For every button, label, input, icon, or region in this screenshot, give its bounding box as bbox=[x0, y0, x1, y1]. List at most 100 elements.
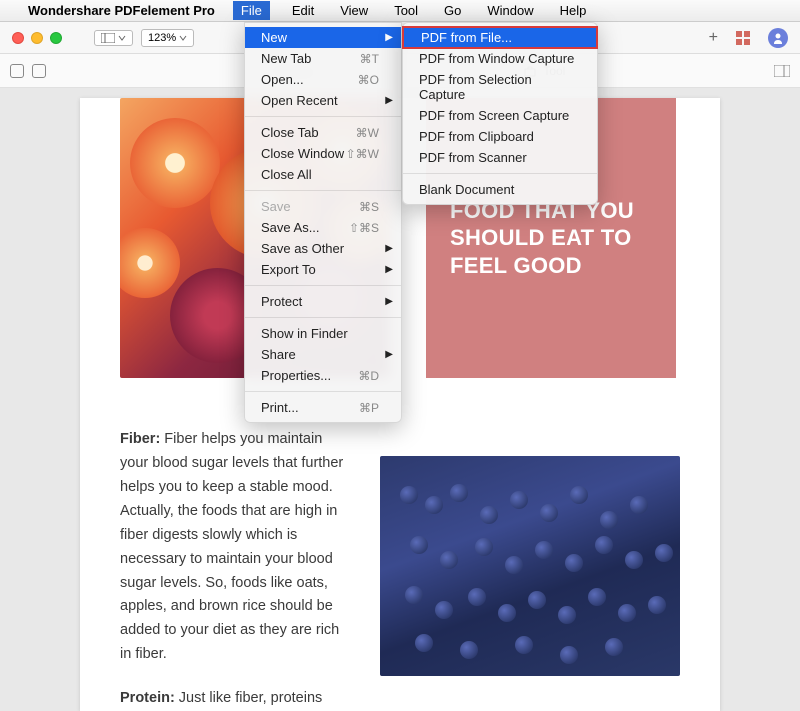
view-mode-group[interactable] bbox=[10, 64, 46, 78]
menu-shortcut: ⌘S bbox=[359, 200, 379, 214]
avatar[interactable] bbox=[768, 28, 788, 48]
menu-item-print[interactable]: Print... ⌘P bbox=[245, 397, 401, 418]
file-menu-dropdown: New ▶ New Tab ⌘T Open... ⌘O Open Recent ▶ Close … bbox=[244, 22, 402, 423]
body-text-block: Fiber: Fiber helps you maintain your blo… bbox=[120, 428, 344, 711]
zoom-value: 123% bbox=[148, 32, 176, 44]
menu-item-show-in-finder[interactable]: Show in Finder bbox=[245, 323, 401, 344]
user-icon bbox=[772, 32, 784, 44]
menu-separator bbox=[245, 116, 401, 117]
menu-shortcut: ⌘T bbox=[360, 52, 379, 66]
app-name[interactable]: Wondershare PDFelement Pro bbox=[28, 3, 215, 18]
add-tab-button[interactable]: + bbox=[709, 29, 718, 47]
close-window-icon[interactable] bbox=[12, 32, 24, 44]
menu-item-label: Close Window bbox=[261, 146, 344, 161]
menu-shortcut: ⇧⌘S bbox=[349, 221, 379, 235]
chevron-down-icon bbox=[118, 34, 126, 42]
menu-help[interactable]: Help bbox=[556, 1, 591, 20]
reader-view-icon[interactable] bbox=[774, 65, 790, 77]
menu-item-label: Close Tab bbox=[261, 125, 319, 140]
menu-window[interactable]: Window bbox=[483, 1, 537, 20]
new-submenu: PDF from File... PDF from Window Capture P… bbox=[402, 22, 598, 205]
fiber-paragraph: Fiber: Fiber helps you maintain your blo… bbox=[120, 428, 344, 667]
menu-separator bbox=[245, 391, 401, 392]
menu-item-share[interactable]: Share ▶ bbox=[245, 344, 401, 365]
submenu-arrow-icon: ▶ bbox=[385, 264, 393, 275]
window-controls bbox=[12, 32, 62, 44]
protein-paragraph: Protein: Just like fiber, proteins also … bbox=[120, 687, 344, 711]
submenu-item-pdf-from-selection-capture[interactable]: PDF from Selection Capture bbox=[403, 69, 597, 105]
sidebar-toggle[interactable] bbox=[94, 30, 133, 46]
menu-item-protect[interactable]: Protect ▶ bbox=[245, 291, 401, 312]
menu-item-label: Open... bbox=[261, 72, 304, 87]
zoom-control[interactable]: 123% bbox=[141, 29, 194, 47]
menu-item-new-tab[interactable]: New Tab ⌘T bbox=[245, 48, 401, 69]
minimize-window-icon[interactable] bbox=[31, 32, 43, 44]
fiber-label: Fiber: bbox=[120, 431, 160, 447]
submenu-arrow-icon: ▶ bbox=[385, 243, 393, 254]
menu-item-save-as-other[interactable]: Save as Other ▶ bbox=[245, 238, 401, 259]
submenu-item-pdf-from-screen-capture[interactable]: PDF from Screen Capture bbox=[403, 105, 597, 126]
submenu-arrow-icon: ▶ bbox=[385, 95, 393, 106]
menu-item-properties[interactable]: Properties... ⌘D bbox=[245, 365, 401, 386]
menu-item-label: Print... bbox=[261, 400, 299, 415]
submenu-arrow-icon: ▶ bbox=[385, 296, 393, 307]
menu-view[interactable]: View bbox=[336, 1, 372, 20]
menu-item-label: Save bbox=[261, 199, 291, 214]
menu-item-label: Open Recent bbox=[261, 93, 338, 108]
menu-item-label: PDF from Clipboard bbox=[419, 129, 534, 144]
menu-item-label: Properties... bbox=[261, 368, 331, 383]
menu-item-close-tab[interactable]: Close Tab ⌘W bbox=[245, 122, 401, 143]
menu-item-export-to[interactable]: Export To ▶ bbox=[245, 259, 401, 280]
protein-label: Protein: bbox=[120, 690, 175, 706]
menu-item-label: Close All bbox=[261, 167, 312, 182]
submenu-arrow-icon: ▶ bbox=[385, 349, 393, 360]
menu-item-label: Blank Document bbox=[419, 182, 514, 197]
system-menubar: Wondershare PDFelement Pro File Edit Vie… bbox=[0, 0, 800, 22]
menu-separator bbox=[245, 190, 401, 191]
menu-item-close-all[interactable]: Close All bbox=[245, 164, 401, 185]
submenu-item-pdf-from-clipboard[interactable]: PDF from Clipboard bbox=[403, 126, 597, 147]
menu-item-label: Show in Finder bbox=[261, 326, 348, 341]
submenu-arrow-icon: ▶ bbox=[385, 32, 393, 43]
menu-item-label: PDF from Scanner bbox=[419, 150, 527, 165]
body-image-blueberries bbox=[380, 456, 680, 676]
menu-separator bbox=[245, 317, 401, 318]
chevron-down-icon bbox=[179, 34, 187, 42]
menu-item-open[interactable]: Open... ⌘O bbox=[245, 69, 401, 90]
menu-item-open-recent[interactable]: Open Recent ▶ bbox=[245, 90, 401, 111]
menu-go[interactable]: Go bbox=[440, 1, 465, 20]
menu-shortcut: ⇧⌘W bbox=[346, 147, 379, 161]
fullscreen-window-icon[interactable] bbox=[50, 32, 62, 44]
menu-separator bbox=[403, 173, 597, 174]
menu-tool[interactable]: Tool bbox=[390, 1, 422, 20]
menu-item-label: New bbox=[261, 30, 287, 45]
menu-shortcut: ⌘W bbox=[356, 126, 379, 140]
menu-item-close-window[interactable]: Close Window⇧⌘W bbox=[245, 143, 401, 164]
menu-edit[interactable]: Edit bbox=[288, 1, 318, 20]
menu-shortcut: ⌘D bbox=[358, 369, 379, 383]
menu-item-label: Save As... bbox=[261, 220, 320, 235]
template-grid-icon[interactable] bbox=[736, 31, 750, 45]
hero-heading: FOOD THAT YOU SHOULD EAT TO FEEL GOOD bbox=[450, 197, 652, 280]
submenu-item-pdf-from-window-capture[interactable]: PDF from Window Capture bbox=[403, 48, 597, 69]
submenu-item-blank-document[interactable]: Blank Document bbox=[403, 179, 597, 200]
menu-item-label: Export To bbox=[261, 262, 316, 277]
sidebar-icon bbox=[101, 33, 115, 43]
menu-item-label: PDF from Window Capture bbox=[419, 51, 574, 66]
menu-item-label: New Tab bbox=[261, 51, 311, 66]
menu-file[interactable]: File bbox=[233, 1, 270, 20]
menu-item-label: Share bbox=[261, 347, 296, 362]
menu-item-save-as[interactable]: Save As... ⇧⌘S bbox=[245, 217, 401, 238]
menu-separator bbox=[245, 285, 401, 286]
menu-shortcut: ⌘O bbox=[358, 73, 379, 87]
menu-item-label: PDF from File... bbox=[421, 30, 512, 45]
submenu-item-pdf-from-scanner[interactable]: PDF from Scanner bbox=[403, 147, 597, 168]
submenu-item-pdf-from-file[interactable]: PDF from File... bbox=[403, 27, 597, 48]
menu-item-new[interactable]: New ▶ bbox=[245, 27, 401, 48]
menu-item-label: PDF from Screen Capture bbox=[419, 108, 569, 123]
menu-item-label: Protect bbox=[261, 294, 302, 309]
menu-item-label: Save as Other bbox=[261, 241, 344, 256]
menu-item-save: Save ⌘S bbox=[245, 196, 401, 217]
menu-shortcut: ⌘P bbox=[359, 401, 379, 415]
menu-item-label: PDF from Selection Capture bbox=[419, 72, 575, 102]
